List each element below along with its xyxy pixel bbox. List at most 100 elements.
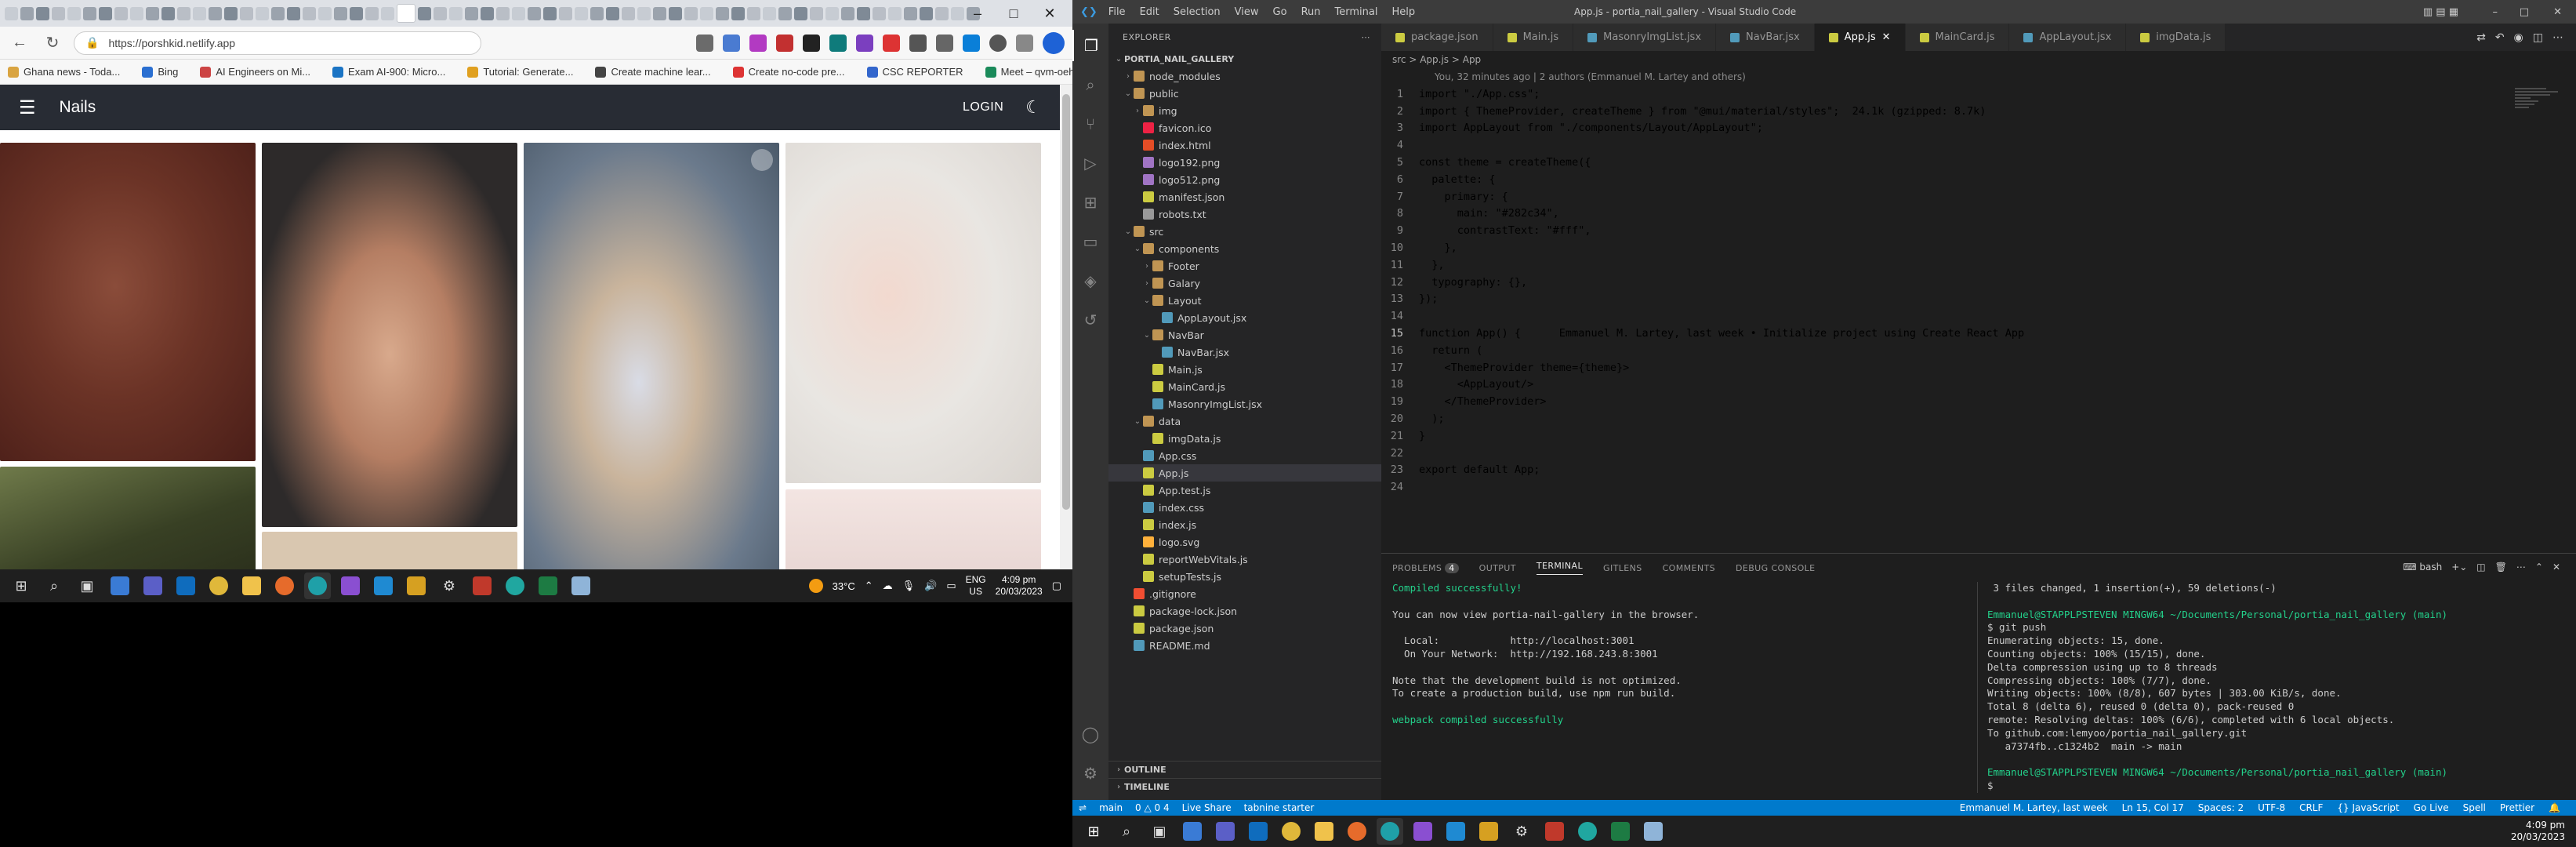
status-item-right[interactable]: {} JavaScript <box>2337 802 2399 813</box>
code-line[interactable]: 23 export default App; <box>1381 462 2576 479</box>
edge-icon[interactable] <box>1377 818 1403 845</box>
excel-icon[interactable] <box>1607 818 1634 845</box>
bookmark-item[interactable]: CSC REPORTER <box>866 66 963 78</box>
file-tree-item[interactable]: .gitignore <box>1108 585 1381 602</box>
status-item-left[interactable]: tabnine starter <box>1244 802 1315 813</box>
browser-tab[interactable] <box>496 6 510 20</box>
file-tree-item[interactable]: logo.svg <box>1108 533 1381 551</box>
breadcrumb[interactable]: src > App.js > App <box>1381 51 2576 68</box>
editor-tab[interactable]: MainCard.js <box>1905 24 2010 51</box>
extension-icon[interactable] <box>963 34 980 52</box>
editor-tab[interactable]: Main.js <box>1493 24 1574 51</box>
browser-tab[interactable] <box>256 6 269 20</box>
more-icon[interactable]: ⋯ <box>2516 562 2526 573</box>
code-line[interactable]: 2 import { ThemeProvider, createTheme } f… <box>1381 103 2576 120</box>
browser-tab[interactable] <box>920 6 933 20</box>
code-line[interactable]: 18 <AppLayout/> <box>1381 376 2576 394</box>
browser-tab[interactable] <box>622 6 635 20</box>
code-line[interactable]: 5 const theme = createTheme({ <box>1381 154 2576 171</box>
search-icon[interactable]: ⌕ <box>1072 69 1108 100</box>
file-tree-item[interactable]: package.json <box>1108 620 1381 637</box>
file-tree-item[interactable]: logo192.png <box>1108 154 1381 171</box>
file-tree-item[interactable]: ⌄ data <box>1108 413 1381 430</box>
panel-tab-problems[interactable]: PROBLEMS 4 <box>1392 562 1459 573</box>
code-line[interactable]: 24 <box>1381 478 2576 496</box>
browser-tab[interactable] <box>303 6 316 20</box>
mic-icon[interactable]: 🎙 <box>902 580 916 592</box>
dark-mode-icon[interactable]: ☾ <box>1025 97 1041 118</box>
extension-icon[interactable] <box>883 34 900 52</box>
file-tree-item[interactable]: MasonryImgList.jsx <box>1108 395 1381 413</box>
battery-icon[interactable]: ▭ <box>946 580 956 592</box>
status-item-right[interactable]: Spaces: 2 <box>2198 802 2244 813</box>
code-line[interactable]: 4 <box>1381 136 2576 154</box>
app-icon[interactable] <box>1410 818 1436 845</box>
status-item-left[interactable]: main <box>1099 802 1123 813</box>
browser-tab[interactable] <box>130 6 143 20</box>
edge-dev-icon[interactable] <box>502 573 528 599</box>
windows-start-icon[interactable]: ⊞ <box>8 573 34 599</box>
task-view-icon[interactable]: ▣ <box>74 573 100 599</box>
file-tree-item[interactable]: favicon.ico <box>1108 119 1381 136</box>
outline-section[interactable]: › OUTLINE <box>1108 761 1381 778</box>
bing-chat-icon[interactable] <box>1043 31 1065 54</box>
browser-tab[interactable] <box>794 6 807 20</box>
app-icon[interactable] <box>469 573 495 599</box>
close-icon[interactable]: ✕ <box>2553 6 2562 18</box>
close-icon[interactable]: ✕ <box>1882 31 1891 43</box>
browser-tab[interactable] <box>114 6 128 20</box>
file-tree-item[interactable]: index.js <box>1108 516 1381 533</box>
bookmark-item[interactable]: AI Engineers on Mi... <box>200 66 310 78</box>
app-icon[interactable] <box>403 573 430 599</box>
file-tree-item[interactable]: › Galary <box>1108 274 1381 292</box>
more-icon[interactable] <box>1016 34 1033 52</box>
file-tree-item[interactable]: App.js <box>1108 464 1381 482</box>
split-terminal-icon[interactable]: ◫ <box>2476 562 2485 573</box>
remote-explorer-icon[interactable]: ▭ <box>1072 226 1108 257</box>
browser-tab[interactable] <box>810 6 823 20</box>
file-tree-item[interactable]: ⌄ Layout <box>1108 292 1381 309</box>
code-line[interactable]: 16 return ( <box>1381 342 2576 359</box>
read-aloud-icon[interactable] <box>696 34 713 52</box>
file-tree-item[interactable]: robots.txt <box>1108 205 1381 223</box>
task-view-icon[interactable]: ▣ <box>1146 818 1173 845</box>
file-explorer-icon[interactable] <box>1311 818 1337 845</box>
accounts-icon[interactable]: ◯ <box>1072 718 1108 750</box>
file-tree-item[interactable]: README.md <box>1108 637 1381 654</box>
code-line[interactable]: 3 import AppLayout from "./components/Lay… <box>1381 120 2576 137</box>
code-line[interactable]: 1 import "./App.css"; <box>1381 85 2576 103</box>
file-tree-item[interactable]: ⌄ public <box>1108 85 1381 102</box>
browser-tab[interactable] <box>684 6 698 20</box>
workspace-root[interactable]: ⌄ PORTIA_NAIL_GALLERY <box>1108 50 1381 67</box>
status-item-right[interactable]: Spell <box>2463 802 2486 813</box>
back-icon[interactable]: ← <box>8 31 31 55</box>
file-tree-item[interactable]: Main.js <box>1108 361 1381 378</box>
menu-item-file[interactable]: File <box>1108 6 1126 18</box>
menu-item-terminal[interactable]: Terminal <box>1335 6 1378 18</box>
outlook-icon[interactable] <box>172 573 199 599</box>
editor-tab[interactable]: App.js ✕ <box>1814 24 1906 51</box>
bookmark-item[interactable]: Create no-code pre... <box>732 66 845 78</box>
maximize-icon[interactable]: □ <box>996 0 1032 27</box>
browser-tab[interactable] <box>334 6 347 20</box>
search-icon[interactable]: ⌕ <box>1113 818 1140 845</box>
bookmark-item[interactable]: Ghana news - Toda... <box>8 66 120 78</box>
edge-icon[interactable] <box>304 573 331 599</box>
vscode-icon[interactable] <box>370 573 397 599</box>
browser-tab[interactable] <box>397 4 415 23</box>
panel-tab-terminal[interactable]: TERMINAL <box>1536 561 1584 575</box>
status-item-right[interactable]: CRLF <box>2299 802 2323 813</box>
editor-tab[interactable]: MasonryImgList.jsx <box>1573 24 1717 51</box>
timeline-section[interactable]: › TIMELINE <box>1108 778 1381 795</box>
browser-tab[interactable] <box>161 6 175 20</box>
browser-tab[interactable] <box>83 6 96 20</box>
excel-icon[interactable] <box>535 573 561 599</box>
terminal-git[interactable]: 3 files changed, 1 insertion(+), 59 dele… <box>1977 582 2573 793</box>
browser-tab[interactable] <box>5 6 18 20</box>
browser-tab[interactable] <box>606 6 619 20</box>
browser-tab[interactable] <box>418 6 431 20</box>
browser-tab[interactable] <box>287 6 300 20</box>
code-line[interactable]: 22 <box>1381 445 2576 462</box>
bookmark-item[interactable]: Create machine lear... <box>595 66 711 78</box>
clock[interactable]: 4:09 pm 20/03/2023 <box>996 574 1043 598</box>
